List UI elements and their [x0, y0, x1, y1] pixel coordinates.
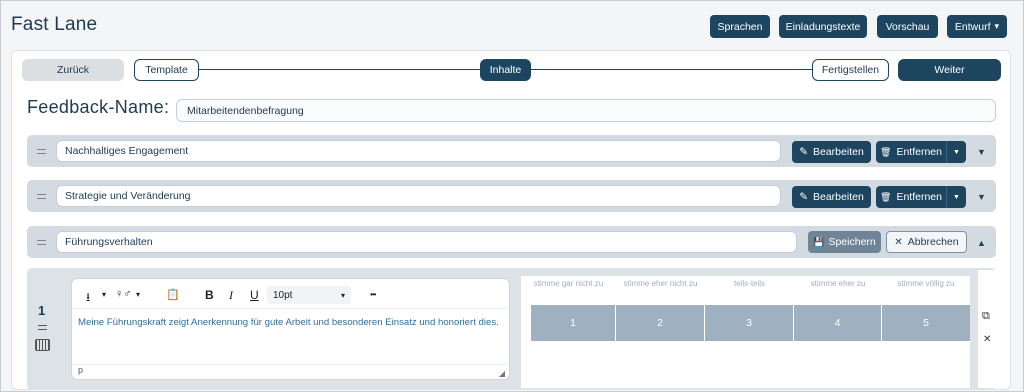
entfernen-button[interactable]: 🗑 Entfernen	[876, 186, 946, 208]
trash-icon: 🗑	[880, 146, 892, 157]
more-icon[interactable]: •••	[370, 290, 376, 299]
answer-scale: stimme gar nicht zu stimme eher nicht zu…	[521, 276, 970, 388]
gender-icon[interactable]: ♀♂	[115, 288, 132, 300]
entfernen-button[interactable]: 🗑 Entfernen	[876, 141, 946, 163]
entwurf-dropdown-button[interactable]: Entwurf ▾	[947, 15, 1007, 38]
section-title-input[interactable]: Führungsverhalten	[56, 231, 797, 253]
element-path: p	[78, 365, 84, 375]
bearbeiten-label: Bearbeiten	[813, 146, 864, 158]
scale-header: stimme eher nicht zu	[623, 279, 698, 288]
scale-type-icon[interactable]	[35, 339, 50, 351]
section-row: Strategie und Veränderung ✎ Bearbeiten 🗑…	[27, 180, 996, 212]
speichern-button[interactable]: 💾 Speichern	[808, 231, 881, 253]
close-icon: ✕	[894, 236, 903, 248]
bearbeiten-button[interactable]: ✎ Bearbeiten	[792, 186, 871, 208]
entfernen-label: Entfernen	[896, 146, 942, 158]
scale-option[interactable]: 2	[616, 305, 705, 341]
close-icon[interactable]: ✕	[983, 334, 991, 345]
underline-icon[interactable]: U	[250, 288, 259, 302]
chevron-down-icon[interactable]: ▾	[136, 290, 140, 299]
step-connector	[531, 69, 812, 70]
editor-toolbar: ⭳ ▾ ♀♂ ▾ 📋 B I U 10pt ▾ •••	[72, 279, 509, 309]
section-row-editing: Führungsverhalten 💾 Speichern ✕ Abbreche…	[27, 226, 996, 258]
step-fertigstellen[interactable]: Fertigstellen	[812, 59, 889, 81]
scale-option[interactable]: 1	[531, 305, 616, 341]
chevron-down-icon[interactable]: ▾	[102, 290, 106, 299]
app-title: Fast Lane	[11, 14, 98, 35]
scale-option[interactable]: 5	[882, 305, 970, 341]
italic-icon[interactable]: I	[229, 288, 233, 303]
section-row: Nachhaltiges Engagement ✎ Bearbeiten 🗑 E…	[27, 135, 996, 167]
question-text[interactable]: Meine Führungskraft zeigt Anerkennung fü…	[78, 317, 499, 328]
sprachen-button[interactable]: Sprachen	[710, 15, 770, 38]
scale-header: stimme völlig zu	[897, 279, 955, 288]
feedback-name-label: Feedback-Name:	[27, 97, 170, 117]
feedback-name-input[interactable]: Mitarbeitendenbefragung	[176, 99, 996, 122]
step-template[interactable]: Template	[134, 59, 199, 81]
entfernen-label: Entfernen	[896, 191, 942, 203]
scale-header: stimme gar nicht zu	[533, 279, 604, 288]
resize-handle-icon[interactable]: ◢	[499, 369, 505, 378]
expand-arrow-icon[interactable]: ▼	[977, 192, 986, 202]
section-title-input[interactable]: Strategie und Veränderung	[56, 185, 781, 207]
scale-option[interactable]: 4	[794, 305, 882, 341]
drag-handle-icon[interactable]	[38, 325, 47, 330]
question-actions: ⧉ ✕	[978, 270, 996, 388]
caret-down-icon: ▾	[994, 21, 1000, 31]
abbrechen-button[interactable]: ✕ Abbrechen	[886, 231, 967, 253]
back-button[interactable]: Zurück	[22, 59, 124, 81]
bearbeiten-label: Bearbeiten	[813, 191, 864, 203]
vorschau-button[interactable]: Vorschau	[877, 15, 938, 38]
step-connector	[199, 69, 482, 70]
trash-icon: 🗑	[880, 191, 892, 202]
step-inhalte[interactable]: Inhalte	[480, 59, 531, 81]
drag-handle-icon[interactable]	[37, 149, 46, 154]
chevron-down-icon: ▾	[340, 290, 345, 300]
collapse-arrow-icon[interactable]: ▲	[977, 238, 986, 248]
scale-option[interactable]: 3	[705, 305, 794, 341]
import-icon[interactable]: ⭳	[86, 288, 90, 309]
speichern-label: Speichern	[828, 236, 876, 248]
pencil-icon: ✎	[799, 191, 808, 203]
entfernen-dropdown-toggle[interactable]: ▼	[946, 141, 966, 163]
editor-status-bar: p ◢	[72, 364, 509, 379]
bearbeiten-button[interactable]: ✎ Bearbeiten	[792, 141, 871, 163]
bold-icon[interactable]: B	[205, 288, 214, 302]
expand-arrow-icon[interactable]: ▼	[977, 147, 986, 157]
drag-handle-icon[interactable]	[37, 240, 46, 245]
pencil-icon: ✎	[799, 146, 808, 158]
font-size-value: 10pt	[273, 289, 293, 301]
weiter-button[interactable]: Weiter	[898, 59, 1001, 81]
entwurf-label: Entwurf	[954, 20, 991, 33]
scale-header: teils-teils	[733, 279, 766, 288]
clipboard-icon[interactable]: 📋	[166, 288, 180, 301]
abbrechen-label: Abbrechen	[907, 236, 959, 248]
save-icon: 💾	[813, 236, 825, 247]
entfernen-dropdown-toggle[interactable]: ▼	[946, 186, 966, 208]
question-number: 1	[38, 303, 46, 318]
rich-text-editor[interactable]: ⭳ ▾ ♀♂ ▾ 📋 B I U 10pt ▾ ••• Meine Führun…	[71, 278, 510, 380]
scale-header: stimme eher zu	[810, 279, 866, 288]
font-size-select[interactable]: 10pt ▾	[267, 286, 351, 304]
drag-handle-icon[interactable]	[37, 194, 46, 199]
section-title-input[interactable]: Nachhaltiges Engagement	[56, 140, 781, 162]
einladungstexte-button[interactable]: Einladungstexte	[779, 15, 867, 38]
copy-icon[interactable]: ⧉	[982, 310, 990, 323]
